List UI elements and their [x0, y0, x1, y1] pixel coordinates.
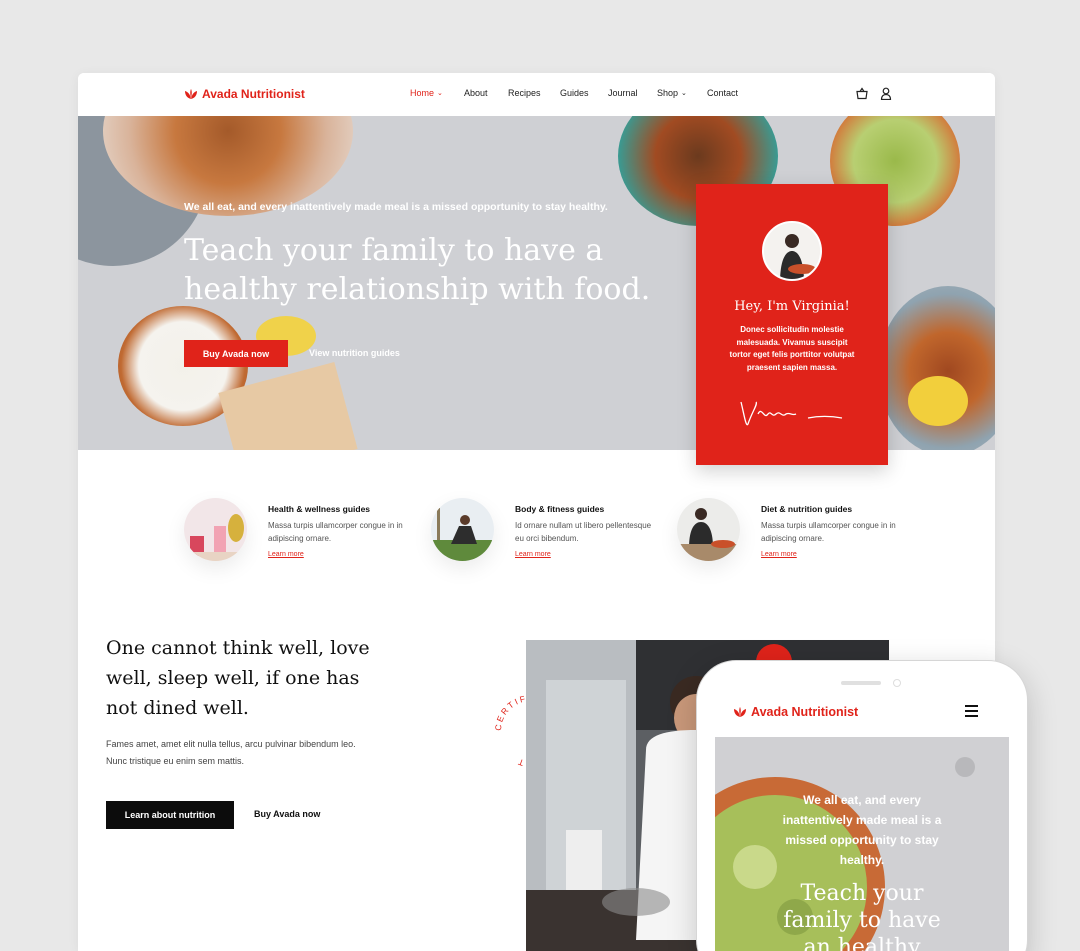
header-icons — [856, 87, 892, 100]
feature-title: Body & fitness guides — [515, 504, 605, 514]
profile-card-title: Hey, I'm Virginia! — [734, 299, 850, 314]
feature-text: Id ornare nullam ut libero pellentesque … — [515, 521, 652, 543]
site-header: Avada Nutritionist Home ⌄ About Recipes G… — [78, 73, 995, 116]
about-text: Fames amet, amet elit nulla tellus, arcu… — [106, 739, 356, 766]
buy-avada-link[interactable]: Buy Avada now — [254, 809, 320, 819]
mobile-hero-title: Teach your family to have an healthy — [783, 881, 941, 951]
features-row: Health & wellness guides Massa turpis ul… — [184, 498, 904, 588]
nav-item-home[interactable]: Home ⌄ — [410, 88, 464, 98]
feature-health: Health & wellness guides Massa turpis ul… — [184, 498, 424, 578]
leaf-logo-icon — [185, 89, 197, 99]
feature-health-image — [184, 498, 247, 561]
about-quote: One cannot think well, love well, sleep … — [106, 637, 370, 719]
learn-more-link[interactable]: Learn more — [761, 551, 797, 558]
phone-speaker — [841, 681, 881, 685]
feature-title: Diet & nutrition guides — [761, 504, 853, 514]
mobile-logo[interactable]: Avada Nutritionist — [733, 705, 858, 719]
feature-fitness-image — [431, 498, 494, 561]
brand-name: Avada Nutritionist — [202, 87, 305, 101]
mobile-hero: We all eat, and every inattentively made… — [715, 737, 1009, 951]
hero-title: Teach your family to have a healthy rela… — [184, 233, 651, 307]
hamburger-menu-icon[interactable] — [965, 705, 978, 717]
view-guides-link[interactable]: View nutrition guides — [309, 348, 400, 358]
site-logo[interactable]: Avada Nutritionist — [184, 87, 305, 101]
chevron-down-icon: ⌄ — [437, 90, 443, 97]
feature-text: Massa turpis ullamcorper congue in in ad… — [268, 521, 403, 543]
learn-about-nutrition-button[interactable]: Learn about nutrition — [106, 801, 234, 829]
mobile-hero-pretitle: We all eat, and every inattentively made… — [782, 793, 942, 867]
leaf-logo-icon — [734, 707, 746, 717]
feature-diet: Diet & nutrition guides Massa turpis ull… — [677, 498, 917, 578]
nav-item-about[interactable]: About — [464, 88, 508, 98]
cart-icon[interactable] — [856, 87, 868, 100]
phone-camera — [893, 679, 901, 687]
profile-avatar — [762, 221, 822, 281]
learn-more-link[interactable]: Learn more — [515, 551, 551, 558]
hero-pretitle: We all eat, and every inattentively made… — [184, 201, 608, 213]
nav-item-shop[interactable]: Shop ⌄ — [657, 88, 707, 98]
nav-item-contact[interactable]: Contact — [707, 88, 738, 98]
user-icon[interactable] — [880, 87, 892, 100]
mobile-preview: Avada Nutritionist We all eat, and every… — [696, 660, 1028, 951]
nav-item-recipes[interactable]: Recipes — [508, 88, 560, 98]
profile-card-text: Donec sollicitudin molestie malesuada. V… — [729, 325, 855, 372]
profile-card: Hey, I'm Virginia! Donec sollicitudin mo… — [696, 184, 888, 465]
main-nav: Home ⌄ About Recipes Guides Journal Shop ⌄… — [410, 88, 738, 98]
nav-item-journal[interactable]: Journal — [608, 88, 657, 98]
learn-more-link[interactable]: Learn more — [268, 551, 304, 558]
feature-diet-image — [677, 498, 740, 561]
feature-title: Health & wellness guides — [268, 504, 371, 514]
mobile-brand-name: Avada Nutritionist — [751, 705, 859, 719]
signature-image — [740, 401, 843, 426]
feature-fitness: Body & fitness guides Id ornare nullam u… — [431, 498, 671, 578]
nav-item-guides[interactable]: Guides — [560, 88, 608, 98]
chevron-down-icon: ⌄ — [681, 90, 687, 97]
feature-text: Massa turpis ullamcorper congue in in ad… — [761, 521, 896, 543]
buy-avada-button[interactable]: Buy Avada now — [184, 340, 288, 367]
